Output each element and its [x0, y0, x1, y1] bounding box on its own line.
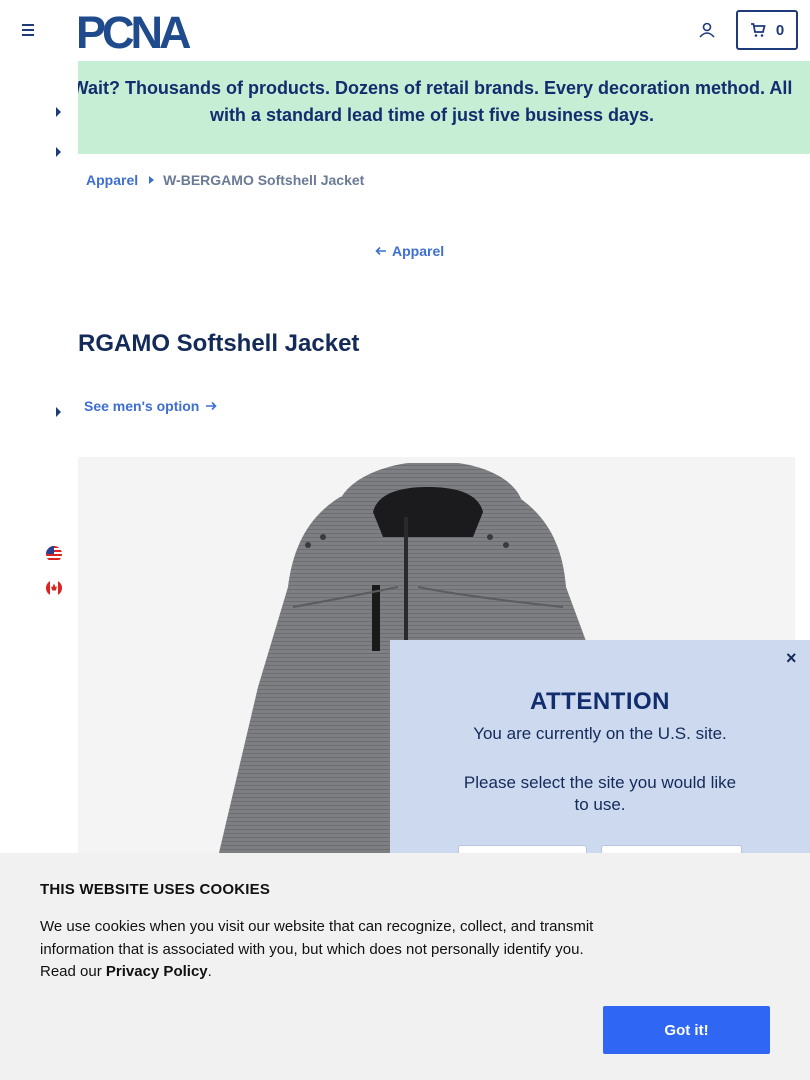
- breadcrumb: Apparel W-BERGAMO Softshell Jacket: [86, 172, 364, 188]
- breadcrumb-apparel-link[interactable]: Apparel: [86, 172, 138, 188]
- close-icon[interactable]: ×: [786, 648, 797, 669]
- back-to-apparel-link[interactable]: Apparel: [375, 243, 444, 259]
- account-icon[interactable]: [697, 20, 717, 40]
- hamburger-menu-icon[interactable]: [18, 20, 38, 40]
- breadcrumb-caret-icon: [149, 176, 155, 184]
- see-mens-option-link[interactable]: See men's option: [84, 398, 217, 414]
- promo-banner-text: Wait? Thousands of products. Dozens of r…: [78, 78, 793, 125]
- caret-right-icon[interactable]: [56, 107, 61, 117]
- back-link-label: Apparel: [392, 243, 445, 259]
- pcna-logo[interactable]: PCNA: [76, 10, 226, 50]
- product-title: RGAMO Softshell Jacket: [78, 330, 360, 357]
- caret-right-icon[interactable]: [56, 147, 61, 157]
- svg-text:PCNA: PCNA: [76, 10, 191, 50]
- mens-option-label: See men's option: [84, 398, 200, 414]
- cookie-period: .: [207, 963, 212, 980]
- accept-cookies-button[interactable]: Got it!: [603, 1006, 770, 1054]
- arrow-right-icon: [206, 401, 217, 411]
- cookie-title: THIS WEBSITE USES COOKIES: [40, 881, 271, 898]
- promo-banner: Wait? Thousands of products. Dozens of r…: [78, 61, 810, 154]
- page: PCNA 0 Wait? Thousands of products. Doze…: [0, 0, 810, 1080]
- popup-current-site-text: You are currently on the U.S. site.: [473, 724, 727, 743]
- arrow-left-icon: [375, 246, 386, 256]
- site-header: PCNA 0: [0, 0, 810, 61]
- cart-count: 0: [775, 21, 785, 39]
- us-flag-icon[interactable]: [46, 546, 62, 562]
- cookie-text: We use cookies when you visit our websit…: [40, 916, 600, 984]
- canada-flag-icon[interactable]: [46, 580, 62, 596]
- cart-button[interactable]: 0: [736, 10, 798, 50]
- popup-select-site-text: Please select the site you would like to…: [463, 773, 737, 814]
- cart-icon: [750, 23, 766, 37]
- privacy-policy-link[interactable]: Privacy Policy: [106, 963, 208, 980]
- cookie-banner: THIS WEBSITE USES COOKIES We use cookies…: [0, 853, 810, 1080]
- breadcrumb-current: W-BERGAMO Softshell Jacket: [163, 172, 365, 188]
- popup-title: ATTENTION: [529, 688, 671, 715]
- site-select-popup: × ATTENTION You are currently on the U.S…: [390, 640, 810, 885]
- caret-right-icon[interactable]: [56, 407, 61, 417]
